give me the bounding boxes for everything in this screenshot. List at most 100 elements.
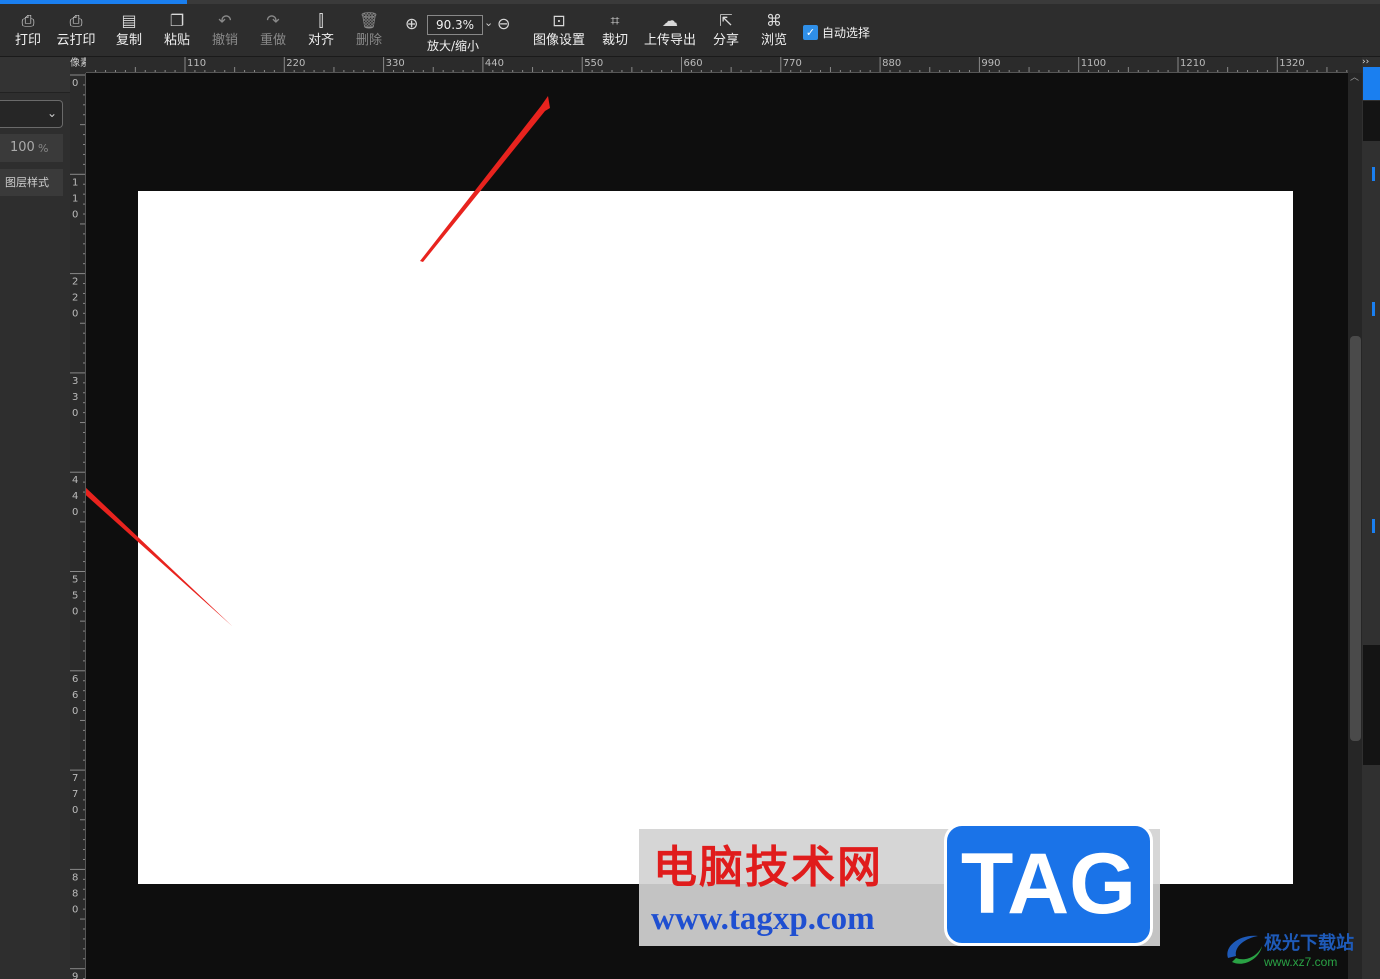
expand-icon[interactable]: ›› [1362,57,1380,67]
ruler-label: 3 [72,376,78,387]
browse-button[interactable]: ⌘ 浏览 [758,10,790,56]
ruler-label: 0 [72,78,78,89]
ruler-label: 2 [72,277,78,288]
canvas-area[interactable]: 电脑技术网 www.tagxp.com TAG [86,73,1348,979]
ruler-label: 1210 [1180,58,1205,69]
layer-panel-header [0,57,70,93]
corner-logo-url: www.xz7.com [1264,955,1338,969]
panel-marker [1372,519,1375,533]
arrow-left [86,487,232,626]
ruler-label: 9 [72,972,78,979]
print-button[interactable]: ⎙ 打印 [12,10,44,56]
print-label: 打印 [14,33,41,48]
vertical-ruler-ticks: 0 1 1 0 2 2 0 3 3 0 4 4 0 5 5 0 6 6 0 7 7 0 8 8 0 9 [70,74,85,979]
ruler-label: 0 [72,805,78,816]
arrow-top [420,96,550,262]
vertical-scrollbar[interactable]: ︿ [1348,73,1362,979]
ruler-label: 770 [783,58,802,69]
scrollbar-thumb[interactable] [1350,336,1361,741]
right-panel-block [1363,101,1380,141]
active-tab-indicator [0,0,187,4]
cloud-print-label: 云打印 [56,33,96,48]
zoom-in-icon[interactable]: ⊕ [405,14,418,33]
ruler-label: 5 [72,591,78,602]
crop-icon: ⌗ [610,11,620,30]
chevron-down-icon[interactable]: ⌄ [484,16,493,29]
zoom-out-icon[interactable]: ⊖ [497,14,510,33]
swirl-logo-icon [1227,935,1262,964]
undo-label: 撤销 [211,33,238,48]
crop-button[interactable]: ⌗ 裁切 [599,10,631,56]
ruler-label: 7 [72,773,78,784]
ruler-label: 1320 [1279,58,1304,69]
ruler-label: 550 [584,58,603,69]
upload-export-button[interactable]: ☁ 上传导出 [641,10,699,56]
align-button[interactable]: ⫿ 对齐 [305,10,337,56]
ruler-label: 4 [72,491,78,502]
copy-label: 复制 [115,33,142,48]
paste-label: 粘贴 [163,33,190,48]
watermark-url: www.tagxp.com [651,901,875,937]
ruler-label: 330 [386,58,405,69]
ruler-label: 6 [72,690,78,701]
ruler-label: 5 [72,575,78,586]
blend-mode-select[interactable]: ⌄ [0,100,63,128]
align-label: 对齐 [307,33,334,48]
opacity-input[interactable]: 100 % [0,134,63,162]
browse-icon: ⌘ [766,11,782,30]
ruler-label: 660 [684,58,703,69]
cloud-printer-icon: ⎙ [69,11,83,30]
auto-select-label: 自动选择 [822,25,871,40]
delete-button[interactable]: 🗑 删除 [353,10,385,56]
paste-button[interactable]: ❐ 粘贴 [161,10,193,56]
undo-button[interactable]: ↶ 撤销 [209,10,241,56]
right-panel-tab[interactable] [1363,67,1380,100]
paste-icon: ❐ [169,11,185,30]
corner-logo-name: 极光下载站 [1264,933,1354,954]
panel-marker [1372,302,1375,316]
chevron-down-icon: ⌄ [46,106,57,120]
vertical-ruler: 0 1 1 0 2 2 0 3 3 0 4 4 0 5 5 0 6 6 0 7 7 0 8 8 0 9 [70,73,86,979]
ruler-label: 880 [882,58,901,69]
undo-icon: ↶ [218,11,232,30]
layer-style-button[interactable]: 图层样式 [0,169,63,196]
printer-icon: ⎙ [21,11,35,30]
ruler-label: 8 [72,888,78,899]
ruler-label: 1100 [1081,58,1106,69]
horizontal-ruler: 110 220 330 440 550 660 770 880 990 1100 1210 1320 [86,57,1348,73]
watermark-tag-logo: TAG [944,823,1153,946]
redo-icon: ↷ [266,11,280,30]
top-toolbar: ⎙ 打印 ⎙ 云打印 ▤ 复制 ❐ 粘贴 ↶ 撤销 ↷ 重做 ⫿ 对齐 🗑 删除… [0,0,1380,57]
cloud-print-button[interactable]: ⎙ 云打印 [54,10,98,56]
layer-panel: ⌄ 100 % 图层样式 [0,57,70,979]
share-button[interactable]: ⇱ 分享 [710,10,742,56]
ruler-label: 0 [72,607,78,618]
ruler-label: 0 [72,507,78,518]
zoom-label: 放大/缩小 [427,39,480,53]
horizontal-ruler-ticks: 110 220 330 440 550 660 770 880 990 1100 1210 1320 [95,57,1348,72]
image-settings-button[interactable]: ⊡ 图像设置 [530,10,588,56]
ruler-label: 2 [72,293,78,304]
ruler-label: 0 [72,706,78,717]
watermark: 电脑技术网 www.tagxp.com TAG [639,823,1160,946]
checkmark-icon[interactable]: ✓ [803,24,818,40]
ruler-label: 8 [72,872,78,883]
share-label: 分享 [712,33,739,48]
chevron-up-icon[interactable]: ︿ [1350,73,1360,83]
zoom-input[interactable]: 90.3% [427,15,483,35]
ruler-label: 0 [72,309,78,320]
align-icon: ⫿ [318,11,324,30]
panel-marker [1372,167,1375,181]
zoom-control: ⊕ 90.3% ⌄ ⊖ 放大/缩小 [403,13,517,53]
ruler-label: 3 [72,392,78,403]
redo-button[interactable]: ↷ 重做 [257,10,289,56]
trash-icon: 🗑 [358,11,380,30]
ruler-label: 440 [485,58,504,69]
share-icon: ⇱ [719,11,733,30]
copy-button[interactable]: ▤ 复制 [113,10,145,56]
copy-icon: ▤ [121,11,137,30]
auto-select-checkbox[interactable]: ✓ 自动选择 [803,24,870,40]
delete-label: 删除 [355,33,382,48]
image-settings-label: 图像设置 [532,33,585,48]
browse-label: 浏览 [760,33,787,48]
